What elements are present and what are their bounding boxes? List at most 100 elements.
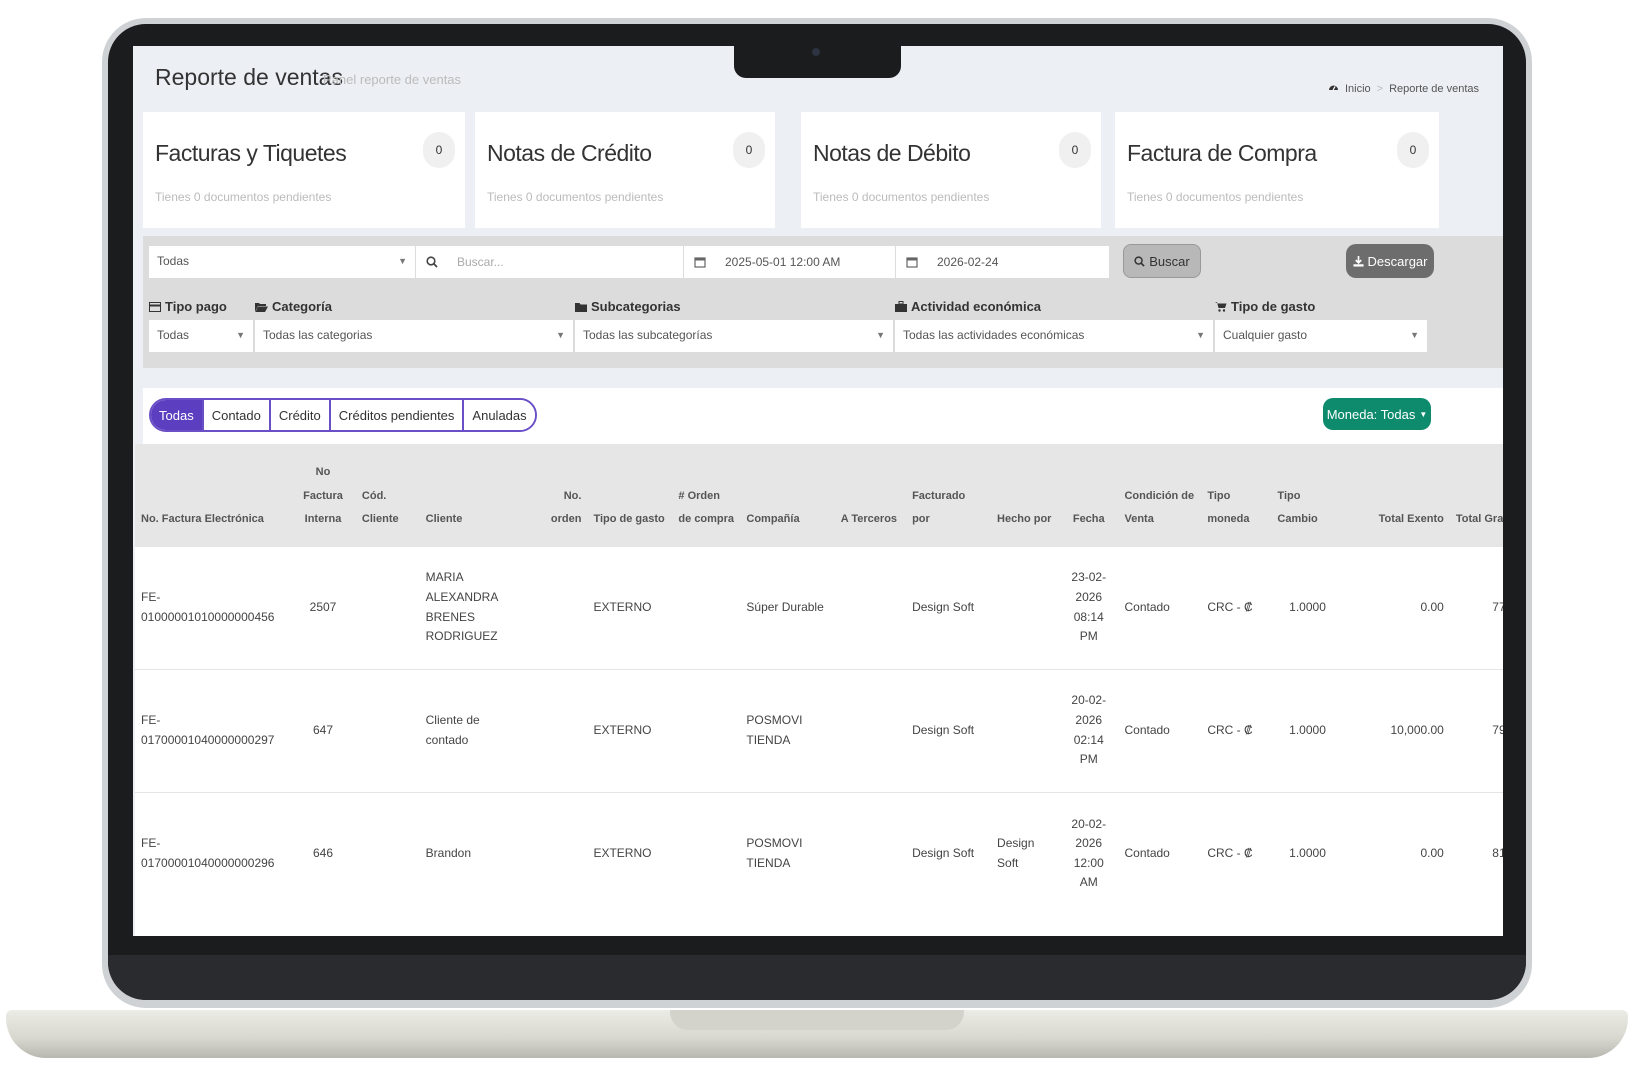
table-cell: POSMOVI TIENDA	[740, 668, 832, 792]
card-count-badge: 0	[733, 132, 765, 168]
subcategorias-select[interactable]: Todas las subcategorías ▼	[575, 320, 893, 352]
filters-panel: Todas ▼ Buscar... 2025-05-01 12:00 AM 20…	[143, 236, 1503, 368]
chevron-down-icon: ▼	[398, 256, 407, 266]
folder-icon	[575, 302, 587, 312]
table-row[interactable]: FE-01700001040000000296 646 Brandon EXTE…	[135, 791, 1503, 915]
table-cell	[831, 545, 907, 669]
card-subtitle: Tienes 0 documentos pendientes	[1127, 190, 1304, 204]
tab-credito[interactable]: Crédito	[270, 400, 331, 430]
table-cell: POSMOVI TIENDA	[740, 791, 832, 915]
table-cell	[831, 791, 907, 915]
col-header[interactable]: # Orden de compra	[672, 444, 741, 546]
tab-creditos-pendientes[interactable]: Créditos pendientes	[330, 400, 465, 430]
table-cell: MARIA ALEXANDRA BRENES RODRIGUEZ	[419, 545, 528, 669]
card-count-badge: 0	[1059, 132, 1091, 168]
col-header[interactable]: A Terceros	[831, 444, 907, 546]
credit-card-icon	[149, 301, 161, 312]
table-cell: Cliente de contado	[419, 668, 528, 792]
chevron-down-icon: ▼	[1410, 330, 1419, 340]
tipo-gasto-label: Tipo de gasto	[1215, 299, 1315, 314]
table-cell: 2507	[290, 545, 356, 669]
search-input[interactable]: Buscar...	[447, 246, 683, 278]
camera-icon	[812, 48, 820, 56]
card-title: Facturas y Tiquetes	[155, 140, 347, 166]
tab-todas[interactable]: Todas	[151, 400, 204, 430]
subcategorias-label: Subcategorias	[575, 299, 681, 314]
app-screen: Reporte de ventas Panel reporte de venta…	[133, 46, 1503, 936]
currency-dropdown-button[interactable]: Moneda: Todas ▼	[1323, 398, 1431, 430]
table-row[interactable]: FE-01000001010000000456 2507 MARIA ALEXA…	[135, 545, 1503, 669]
col-header[interactable]: Total Exento	[1343, 444, 1450, 546]
card-notas-debito[interactable]: Notas de Débito Tienes 0 documentos pend…	[801, 112, 1101, 228]
col-header[interactable]: Tipo Cambio	[1271, 444, 1344, 546]
table-cell: Design Soft	[906, 791, 992, 915]
col-header[interactable]: No. Factura Electrónica	[135, 444, 291, 546]
sale-type-tabs: Todas Contado Crédito Créditos pendiente…	[149, 398, 537, 432]
actividad-label: Actividad económica	[895, 299, 1041, 314]
col-header[interactable]: Tipo moneda	[1201, 444, 1272, 546]
download-icon	[1352, 255, 1364, 267]
table-cell: 1.0000	[1271, 545, 1344, 669]
doc-type-select[interactable]: Todas ▼	[149, 246, 415, 278]
table-cell: FE-01700001040000000296	[135, 791, 291, 915]
search-icon	[1134, 255, 1145, 267]
col-header[interactable]: Condición de Venta	[1118, 444, 1202, 546]
tab-contado[interactable]: Contado	[203, 400, 271, 430]
tab-anuladas[interactable]: Anuladas	[464, 400, 535, 430]
col-header[interactable]: Hecho por	[991, 444, 1060, 546]
tipo-pago-select[interactable]: Todas ▼	[149, 320, 253, 352]
breadcrumb-current: Reporte de ventas	[1389, 82, 1479, 95]
table-header-row: No. Factura Electrónica No Factura Inter…	[135, 444, 1503, 546]
card-subtitle: Tienes 0 documentos pendientes	[813, 190, 990, 204]
card-notas-credito[interactable]: Notas de Crédito Tienes 0 documentos pen…	[475, 112, 775, 228]
table-cell: Contado	[1118, 791, 1202, 915]
col-header[interactable]: No Factura Interna	[290, 444, 356, 546]
table-cell: Súper Durable	[740, 545, 832, 669]
col-header[interactable]: Fecha	[1059, 444, 1119, 546]
actividad-select[interactable]: Todas las actividades económicas ▼	[895, 320, 1213, 352]
date-to-input[interactable]: 2026-02-24	[927, 246, 1109, 278]
card-facturas[interactable]: Facturas y Tiquetes Tienes 0 documentos …	[143, 112, 465, 228]
table-cell	[527, 791, 588, 915]
table-cell: 20-02-2026 02:14 PM	[1059, 668, 1119, 792]
table-cell: 790,57	[1449, 668, 1503, 792]
breadcrumb-home-link[interactable]: Inicio	[1345, 83, 1371, 95]
col-header[interactable]: Tipo de gasto	[587, 444, 673, 546]
doc-type-value: Todas	[157, 254, 190, 268]
table-cell	[831, 668, 907, 792]
col-header[interactable]: Cód. Cliente	[355, 444, 420, 546]
table-cell: 10,000.00	[1343, 668, 1450, 792]
table-cell: Design Soft	[906, 545, 992, 669]
table-cell	[672, 545, 741, 669]
col-header[interactable]: Compañía	[740, 444, 832, 546]
table-cell	[355, 668, 420, 792]
table-cell: FE-01000001010000000456	[135, 545, 291, 669]
col-header[interactable]: Cliente	[419, 444, 528, 546]
calendar-icon	[683, 246, 715, 278]
col-header[interactable]: Total Gravado	[1449, 444, 1503, 546]
table-cell: 647	[290, 668, 356, 792]
table-cell: Design Soft	[991, 791, 1060, 915]
table-cell	[672, 668, 741, 792]
search-button[interactable]: Buscar	[1123, 244, 1201, 278]
table-cell	[527, 545, 588, 669]
col-header[interactable]: Facturado por	[906, 444, 992, 546]
categoria-select[interactable]: Todas las categorias ▼	[255, 320, 573, 352]
table-cell	[527, 668, 588, 792]
tipo-gasto-select[interactable]: Cualquier gasto ▼	[1215, 320, 1427, 352]
col-header[interactable]: No. orden	[527, 444, 588, 546]
table-cell: CRC - ₡	[1201, 545, 1272, 669]
caret-down-icon: ▼	[1419, 409, 1428, 419]
categoria-label: Categoría	[255, 299, 332, 314]
card-subtitle: Tienes 0 documentos pendientes	[155, 190, 332, 204]
table-cell	[355, 545, 420, 669]
date-from-input[interactable]: 2025-05-01 12:00 AM	[715, 246, 895, 278]
summary-cards: Facturas y Tiquetes Tienes 0 documentos …	[143, 112, 1503, 228]
table-cell: 1.0000	[1271, 668, 1344, 792]
card-factura-compra[interactable]: Factura de Compra Tienes 0 documentos pe…	[1115, 112, 1439, 228]
chevron-down-icon: ▼	[876, 330, 885, 340]
download-button[interactable]: Descargar	[1346, 244, 1434, 278]
tipo-pago-label: Tipo pago	[149, 299, 227, 314]
table-cell: CRC - ₡	[1201, 791, 1272, 915]
table-row[interactable]: FE-01700001040000000297 647 Cliente de c…	[135, 668, 1503, 792]
